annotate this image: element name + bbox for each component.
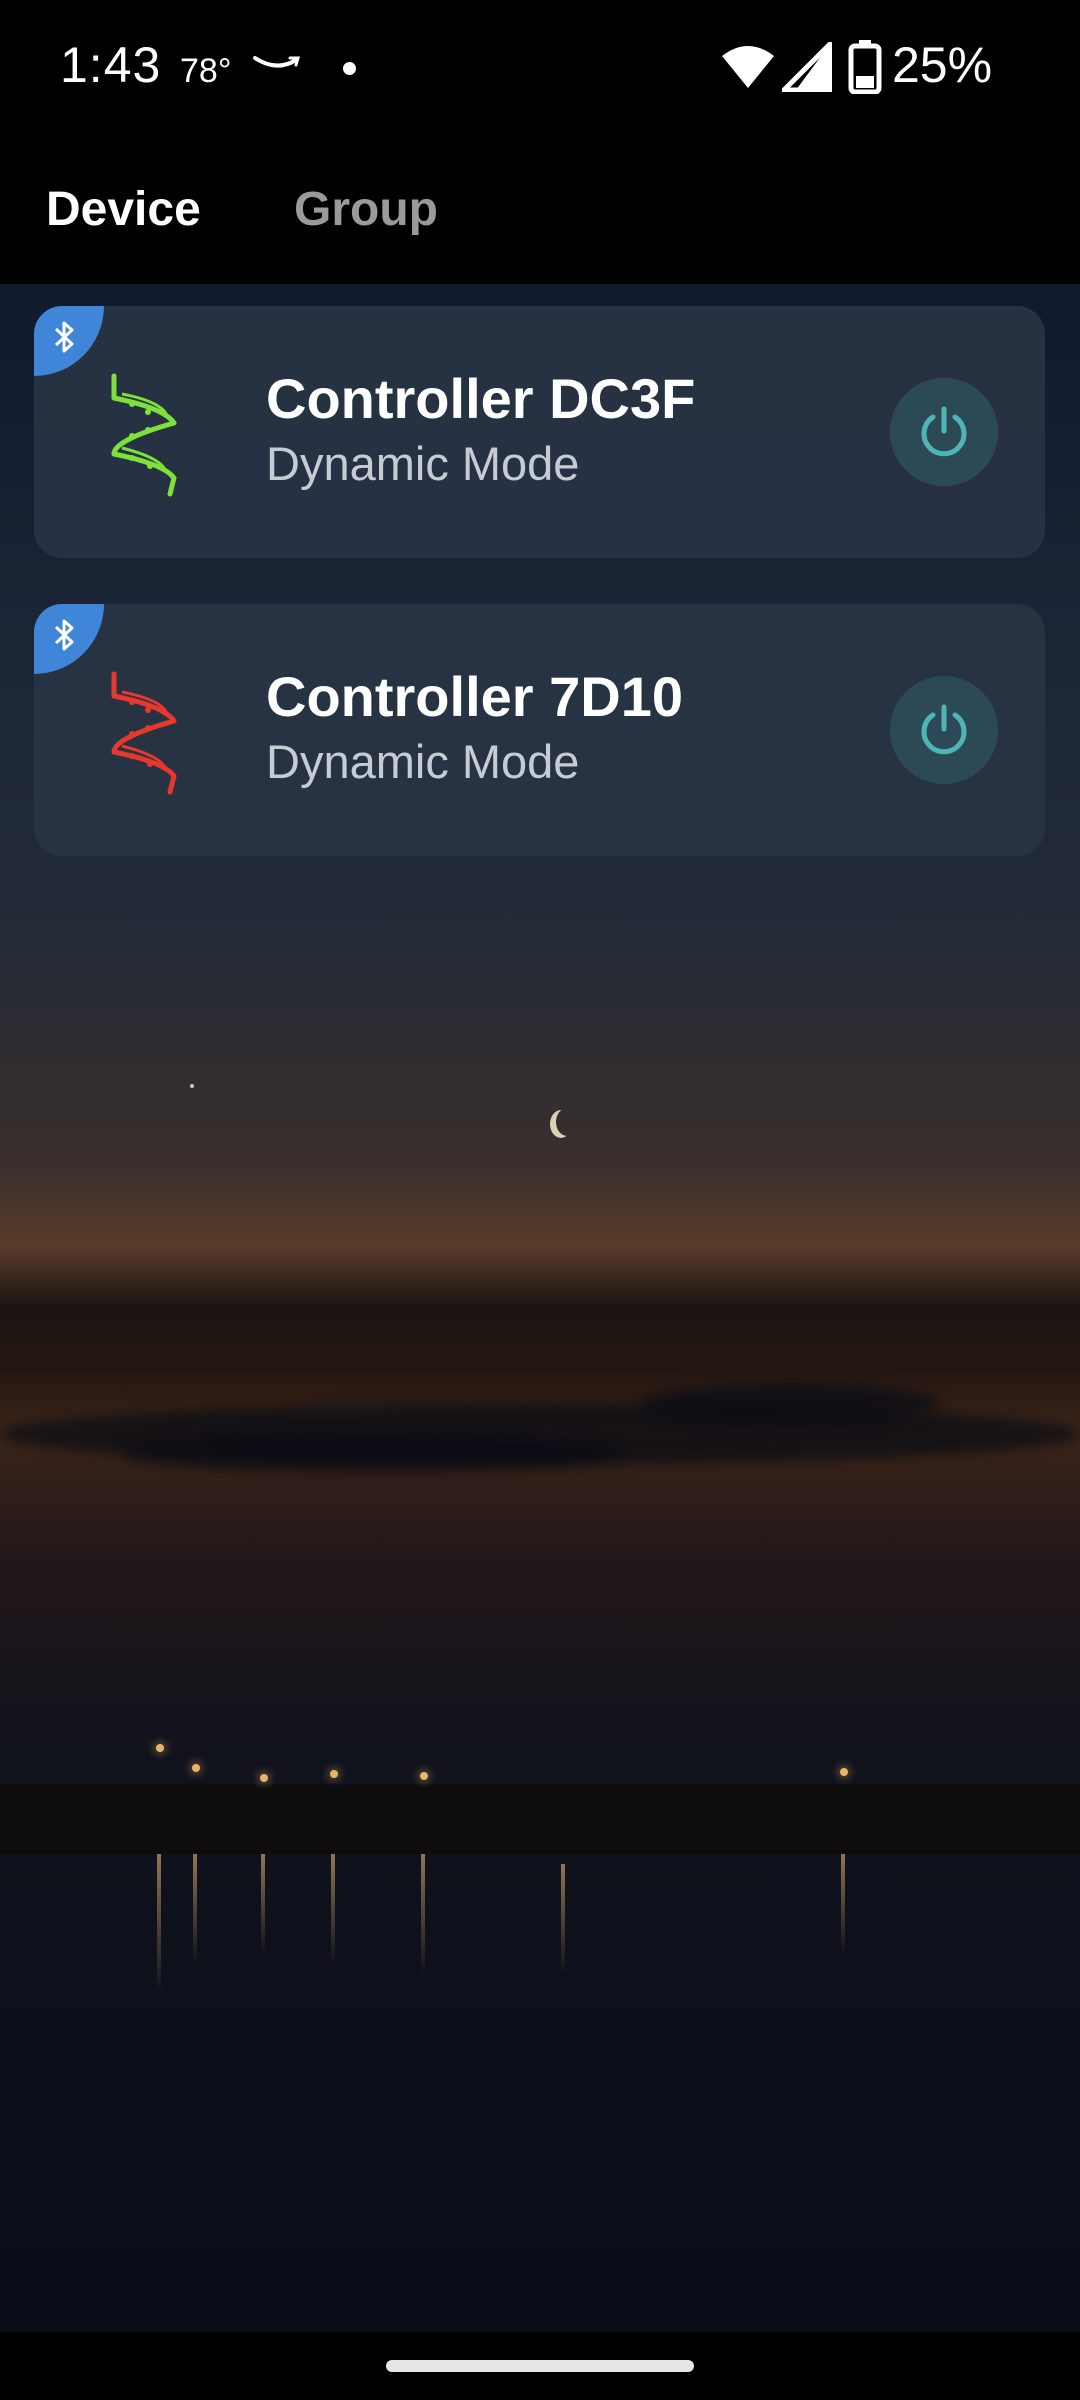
signal-icon bbox=[782, 42, 832, 92]
bluetooth-badge bbox=[34, 306, 104, 376]
tab-bar: Device Group bbox=[0, 130, 1080, 284]
device-mode: Dynamic Mode bbox=[266, 437, 580, 490]
led-strip-icon bbox=[111, 671, 177, 795]
light bbox=[192, 1764, 200, 1772]
notification-dot-icon bbox=[343, 62, 356, 75]
tab-group[interactable]: Group bbox=[294, 182, 438, 237]
bluetooth-badge bbox=[34, 604, 104, 674]
background-wallpaper bbox=[0, 284, 1080, 2332]
power-button[interactable] bbox=[890, 378, 998, 486]
cloud bbox=[120, 1434, 620, 1472]
device-name: Controller 7D10 bbox=[266, 665, 683, 728]
light-reflection bbox=[841, 1854, 845, 1954]
battery-icon bbox=[848, 40, 882, 94]
status-bar: 1:43 78° 25% bbox=[0, 0, 1080, 130]
status-temperature: 78° bbox=[180, 52, 232, 90]
light bbox=[260, 1774, 268, 1782]
power-button[interactable] bbox=[890, 676, 998, 784]
light-reflection bbox=[157, 1854, 161, 1994]
light bbox=[840, 1768, 848, 1776]
cloud bbox=[640, 1384, 940, 1424]
battery-percent: 25% bbox=[892, 37, 993, 93]
device-card[interactable]: Controller 7D10 Dynamic Mode bbox=[34, 604, 1045, 856]
led-strip-icon bbox=[111, 373, 177, 497]
light-reflection bbox=[421, 1854, 425, 1974]
device-card[interactable]: Controller DC3F Dynamic Mode bbox=[34, 306, 1045, 558]
moon bbox=[556, 1108, 578, 1136]
star bbox=[190, 1084, 194, 1088]
bluetooth-icon bbox=[54, 619, 74, 651]
device-name: Controller DC3F bbox=[266, 367, 696, 430]
device-mode: Dynamic Mode bbox=[266, 735, 580, 788]
home-gesture-handle[interactable] bbox=[386, 2360, 694, 2372]
navigation-bar bbox=[0, 2332, 1080, 2400]
light bbox=[420, 1772, 428, 1780]
wifi-icon bbox=[722, 46, 774, 88]
shoreline bbox=[0, 1784, 1080, 1854]
bluetooth-icon bbox=[54, 321, 74, 353]
tab-device[interactable]: Device bbox=[46, 182, 201, 237]
power-icon bbox=[921, 406, 967, 457]
amazon-icon bbox=[253, 56, 300, 68]
light-reflection bbox=[561, 1864, 565, 1974]
light bbox=[330, 1770, 338, 1778]
light-reflection bbox=[261, 1854, 265, 1954]
status-time: 1:43 bbox=[60, 37, 162, 93]
light-reflection bbox=[331, 1854, 335, 1964]
light bbox=[156, 1744, 164, 1752]
light-reflection bbox=[193, 1854, 197, 1964]
power-icon bbox=[921, 704, 967, 755]
